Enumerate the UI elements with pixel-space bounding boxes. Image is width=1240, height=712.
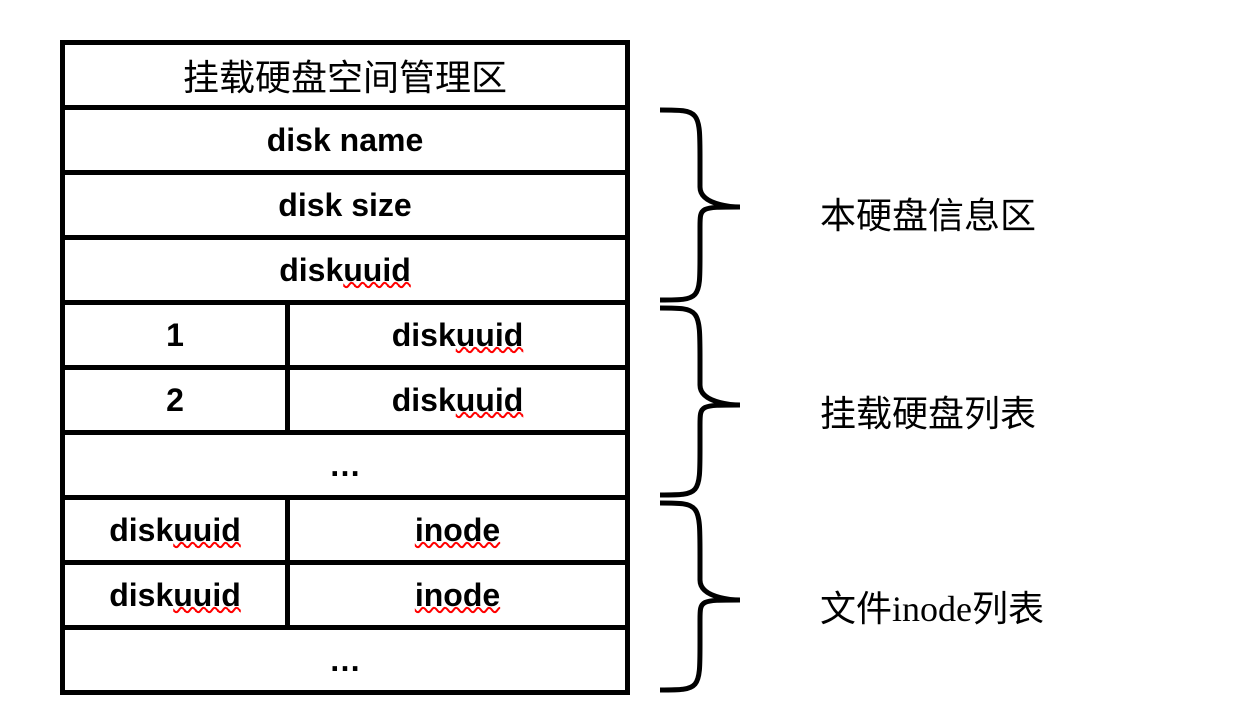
cell-index-2: 2 [65,370,290,430]
text-prefix: disk [279,252,343,289]
cell-inode-1: inode [290,500,625,560]
cell-uuid-2: disk uuid [290,370,625,430]
row-inode-2: disk uuid inode [65,565,625,630]
row-disklist-ellipsis: … [65,435,625,500]
brace-inodelist-icon [660,503,740,690]
braces-column [640,40,820,700]
label-info: 本硬盘信息区 [820,187,1036,239]
text-wavy: inode [415,512,500,549]
cell-index-1: 1 [65,305,290,365]
text-prefix: disk [392,382,456,419]
text-wavy: uuid [173,577,241,614]
cell-inode-uuid-2: disk uuid [65,565,290,625]
text-prefix: disk [109,512,173,549]
text-wavy: inode [415,577,500,614]
text-wavy: uuid [343,252,411,289]
cell-inode-uuid-1: disk uuid [65,500,290,560]
row-disk-uuid: disk uuid [65,240,625,305]
disk-management-table: 挂载硬盘空间管理区 disk name disk size disk uuid … [60,40,630,695]
cell-uuid-1: disk uuid [290,305,625,365]
brace-disklist-icon [660,308,740,495]
row-inode-1: disk uuid inode [65,500,625,565]
table-header: 挂载硬盘空间管理区 [65,45,625,110]
braces-svg [640,40,820,700]
diagram-stage: 挂载硬盘空间管理区 disk name disk size disk uuid … [0,0,1240,712]
cell-inode-2: inode [290,565,625,625]
text-wavy: uuid [456,317,524,354]
row-inode-ellipsis: … [65,630,625,695]
brace-info-icon [660,110,740,300]
text-prefix: disk [392,317,456,354]
row-disk-size: disk size [65,175,625,240]
row-disklist-2: 2 disk uuid [65,370,625,435]
text-wavy: uuid [456,382,524,419]
label-inodelist: 文件inode列表 [820,580,1044,632]
row-disklist-1: 1 disk uuid [65,305,625,370]
row-disk-name: disk name [65,110,625,175]
text-wavy: uuid [173,512,241,549]
label-disklist: 挂载硬盘列表 [820,385,1036,437]
diagram-layout: 挂载硬盘空间管理区 disk name disk size disk uuid … [60,40,1120,700]
text-prefix: disk [109,577,173,614]
